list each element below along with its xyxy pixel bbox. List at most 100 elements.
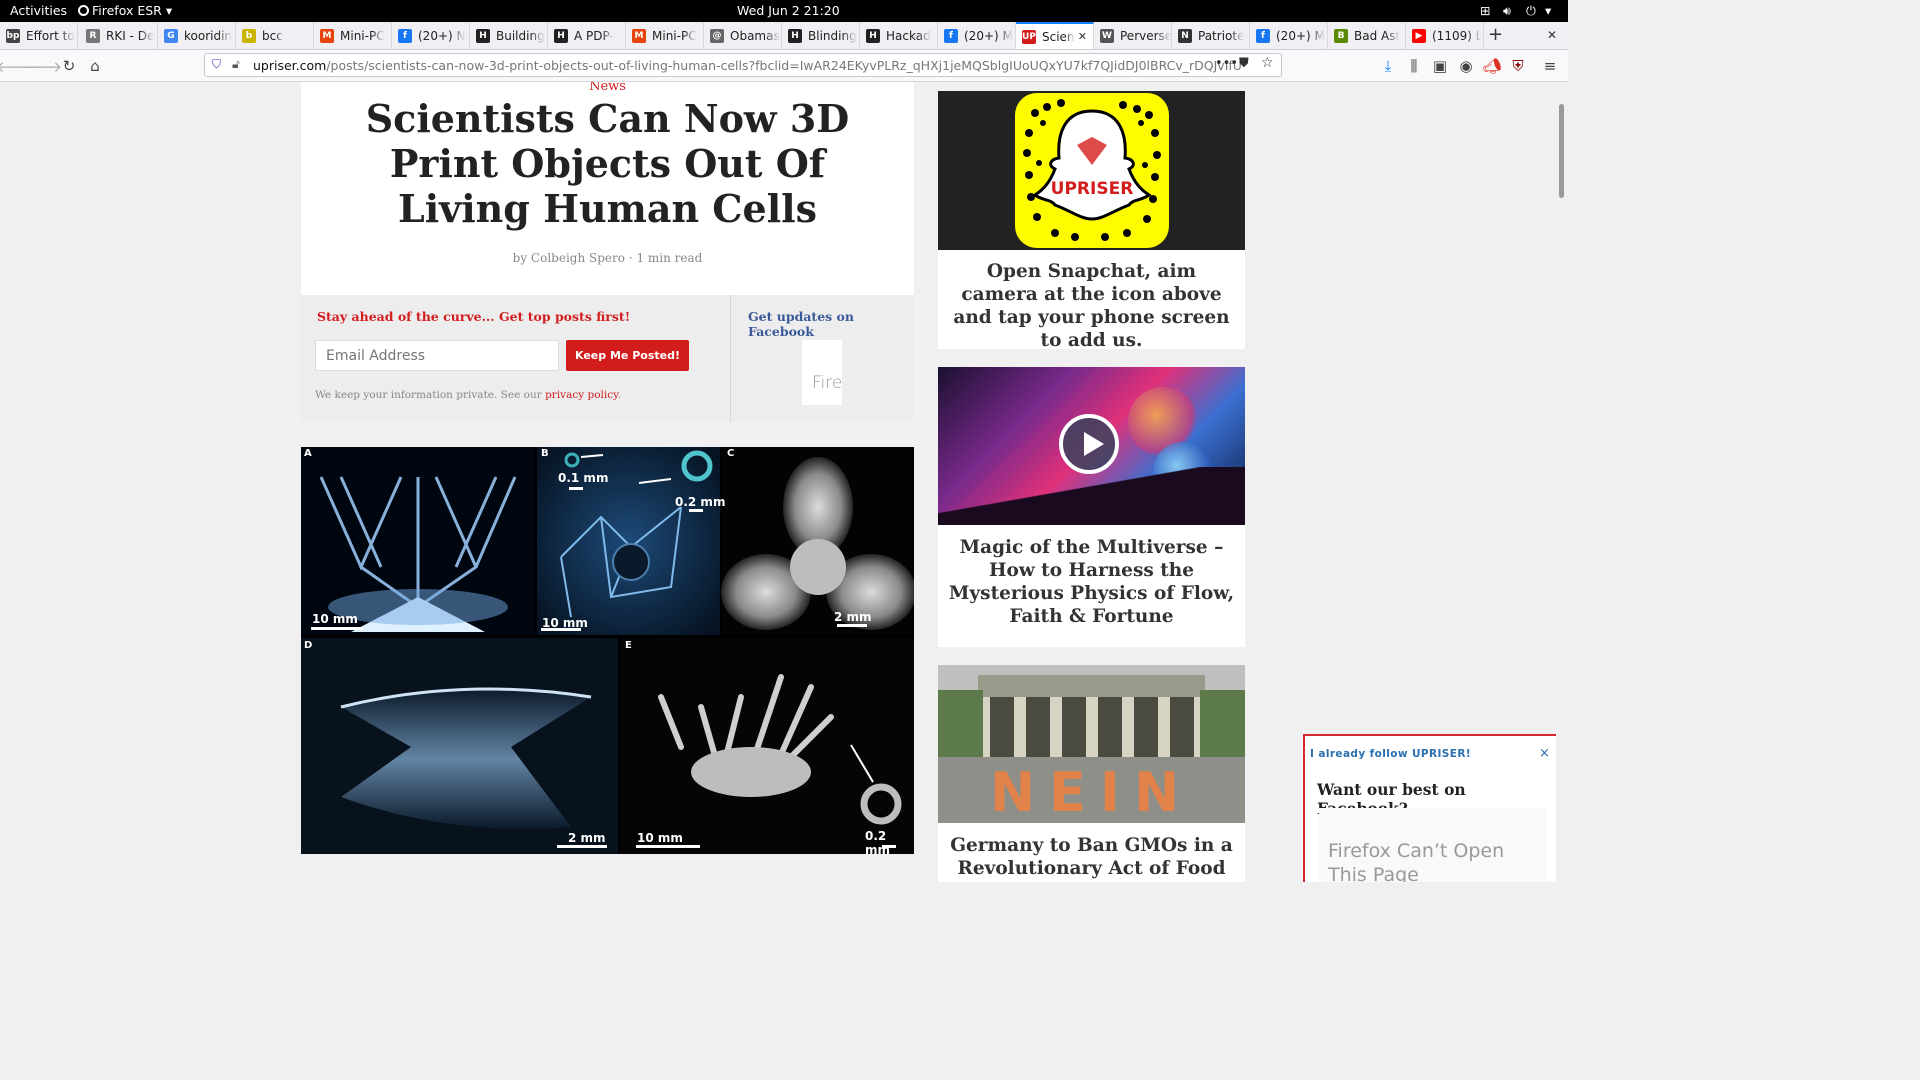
tab-label: Effort to <box>26 28 75 43</box>
brandenburg-gate-image[interactable]: NEIN <box>938 665 1245 823</box>
url-bar[interactable]: ⛉ 🔓︎ upriser.com/posts/scientists-can-no… <box>204 53 1282 77</box>
page-viewport: News Scientists Can Now 3D Print Objects… <box>0 82 1568 882</box>
snapcode: UPRISER <box>1015 93 1169 248</box>
navigation-toolbar: 🡐 🡒 ↻ ⌂ ⛉ 🔓︎ upriser.com/posts/scientist… <box>0 50 1568 82</box>
account-icon[interactable]: ◉ <box>1456 56 1476 76</box>
facebook-embed-frame[interactable]: Fire <box>802 340 842 405</box>
tab-13[interactable]: f (20+) M <box>938 22 1016 49</box>
megaphone-icon[interactable]: 📣︎ <box>1482 56 1502 76</box>
video-title[interactable]: Magic of the Multiverse – How to Harness… <box>948 536 1235 628</box>
close-window-icon[interactable]: ✕ <box>1547 28 1557 42</box>
app-menu-label: Firefox ESR <box>92 3 162 18</box>
page-scrollbar[interactable] <box>1556 82 1568 882</box>
tab-label: Mini-PC <box>652 28 697 43</box>
email-input[interactable] <box>315 340 559 371</box>
panel-label-d: D <box>304 640 313 651</box>
subscribe-box: Stay ahead of the curve... Get top posts… <box>301 295 914 422</box>
tab-9[interactable]: M Mini-PC <box>626 22 704 49</box>
tab-4[interactable]: b bcc <box>236 22 314 49</box>
tab-11[interactable]: H Blinding <box>782 22 860 49</box>
tab-14[interactable]: UP Scien ✕ <box>1016 22 1094 49</box>
activities-button[interactable]: Activities <box>10 3 67 18</box>
video-card[interactable]: Magic of the Multiverse – How to Harness… <box>938 367 1245 647</box>
panel-label-a: A <box>304 448 312 459</box>
tab-label: Patriote <box>1198 28 1245 43</box>
play-button-icon[interactable] <box>1059 414 1119 474</box>
system-top-bar: Activities Firefox ESR ▾ Wed Jun 2 21:20… <box>0 0 1568 22</box>
app-menu[interactable]: Firefox ESR ▾ <box>78 3 172 18</box>
library-icon[interactable]: ⫼ <box>1404 56 1424 76</box>
gmo-title[interactable]: Germany to Ban GMOs in a Revolutionary A… <box>948 834 1235 880</box>
keep-me-posted-button[interactable]: Keep Me Posted! <box>566 340 689 371</box>
author[interactable]: by Colbeigh Spero <box>513 251 625 265</box>
volume-icon[interactable]: 🔊︎ <box>1503 3 1511 19</box>
insecure-lock-icon[interactable]: 🔓︎ <box>232 57 240 72</box>
subscribe-heading: Stay ahead of the curve... Get top posts… <box>317 309 631 324</box>
tab-17[interactable]: f (20+) M <box>1250 22 1328 49</box>
tab-12[interactable]: H Hackad <box>860 22 938 49</box>
video-thumbnail[interactable] <box>938 367 1245 525</box>
chevron-down-icon[interactable]: ▾ <box>1545 3 1551 18</box>
tab-19[interactable]: ▶ (1109) L <box>1406 22 1484 49</box>
tab-favicon-icon: H <box>788 28 802 43</box>
tab-18[interactable]: B Bad Ast <box>1328 22 1406 49</box>
tab-favicon-icon: W <box>1100 28 1114 43</box>
pocket-icon[interactable]: ⛊ <box>1239 56 1249 71</box>
scale-label-b-inset2: 0.2 mm <box>675 495 726 509</box>
scale-label-d: 2 mm <box>568 831 606 845</box>
reload-button[interactable]: ↻ <box>59 56 79 76</box>
snapchat-code-image[interactable]: UPRISER <box>938 91 1245 250</box>
tab-8[interactable]: H A PDP- <box>548 22 626 49</box>
hamburger-menu-icon[interactable]: ≡ <box>1540 56 1560 76</box>
gate-columns <box>978 697 1205 757</box>
ublock-icon[interactable]: ⛨ <box>1508 56 1528 76</box>
tab-15[interactable]: W Perverse <box>1094 22 1172 49</box>
firefox-icon <box>78 5 89 16</box>
forward-button[interactable]: 🡒 <box>22 56 62 76</box>
bookmark-star-icon[interactable]: ☆ <box>1261 55 1274 71</box>
url-text[interactable]: upriser.com/posts/scientists-can-now-3d-… <box>253 58 1242 73</box>
tab-3[interactable]: Gkooridin <box>158 22 236 49</box>
tab-favicon-icon: b <box>242 28 256 43</box>
tab-10[interactable]: @ Obamas <box>704 22 782 49</box>
chevron-down-icon: ▾ <box>165 3 173 18</box>
power-icon[interactable]: ⏻ <box>1526 3 1536 19</box>
network-icon[interactable]: ⊞ <box>1480 3 1490 18</box>
shield-icon[interactable]: ⛉ <box>212 57 221 72</box>
tab-7[interactable]: H Building <box>470 22 548 49</box>
tab-close-icon[interactable]: ✕ <box>1078 30 1087 43</box>
tab-16[interactable]: N Patriote <box>1172 22 1250 49</box>
tab-label: (20+) N <box>418 28 466 43</box>
tab-label: Mini-PC <box>340 28 385 43</box>
tab-favicon-icon: B <box>1334 28 1348 43</box>
gmo-card[interactable]: NEIN Germany to Ban GMOs in a Revolution… <box>938 665 1245 882</box>
tab-label: Perverse <box>1120 28 1171 43</box>
tab-label: A PDP- <box>574 28 614 43</box>
privacy-note: We keep your information private. See ou… <box>315 389 622 401</box>
tab-label: Bad Ast <box>1354 28 1401 43</box>
tab-5[interactable]: M Mini-PC <box>314 22 392 49</box>
tab-2[interactable]: R RKI - De <box>80 22 158 49</box>
scale-label-e-inset: 0.2 mm <box>865 829 891 857</box>
tab-1[interactable]: bp Effort to <box>0 22 78 49</box>
privacy-policy-link[interactable]: privacy policy <box>545 389 618 401</box>
clock[interactable]: Wed Jun 2 21:20 <box>737 3 840 18</box>
close-icon[interactable]: × <box>1539 746 1550 761</box>
tab-label: Hackad <box>886 28 931 43</box>
category-label[interactable]: News <box>301 82 914 94</box>
panel-d-image <box>301 638 618 854</box>
download-icon[interactable]: ⤓ <box>1378 56 1398 76</box>
popup-embed-frame[interactable]: Firefox Can’t Open This Page <box>1319 808 1547 882</box>
already-follow-link[interactable]: I already follow UPRISER! <box>1310 748 1471 760</box>
tab-6[interactable]: f (20+) N <box>392 22 470 49</box>
home-button[interactable]: ⌂ <box>85 56 105 76</box>
url-path: /posts/scientists-can-now-3d-print-objec… <box>326 58 1242 73</box>
page-actions-icon[interactable]: ••• <box>1215 56 1238 71</box>
panel-e-image <box>621 638 914 854</box>
scrollbar-thumb[interactable] <box>1559 104 1564 198</box>
new-tab-button[interactable]: + <box>1488 24 1503 45</box>
tab-label: (1109) L <box>1432 28 1483 43</box>
panel-label-e: E <box>625 640 632 651</box>
sidebar-icon[interactable]: ▣ <box>1430 56 1450 76</box>
tab-favicon-icon: N <box>1178 28 1192 43</box>
